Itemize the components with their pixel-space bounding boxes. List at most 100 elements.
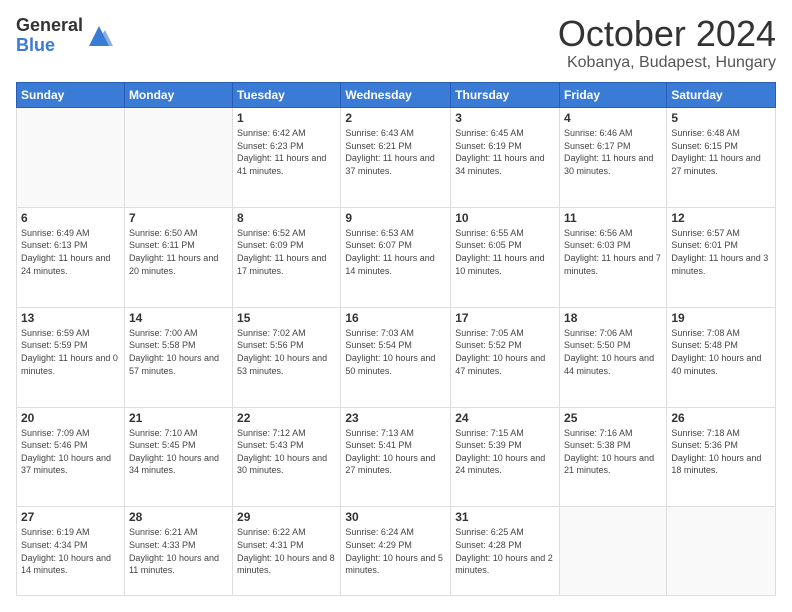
day-number: 19 (671, 311, 771, 325)
table-row (17, 108, 125, 208)
page: General Blue October 2024 Kobanya, Budap… (0, 0, 792, 612)
day-number: 29 (237, 510, 336, 524)
table-row (560, 507, 667, 596)
table-row: 19 Sunrise: 7:08 AM Sunset: 5:48 PM Dayli… (667, 307, 776, 407)
day-number: 30 (345, 510, 446, 524)
table-row: 22 Sunrise: 7:12 AM Sunset: 5:43 PM Dayli… (233, 407, 341, 507)
day-number: 20 (21, 411, 120, 425)
day-number: 23 (345, 411, 446, 425)
table-row: 23 Sunrise: 7:13 AM Sunset: 5:41 PM Dayli… (341, 407, 451, 507)
day-info: Sunrise: 7:12 AM Sunset: 5:43 PM Dayligh… (237, 427, 336, 477)
table-row: 15Sunrise: 7:02 AM Sunset: 5:56 PM Dayli… (233, 307, 341, 407)
day-info: Sunrise: 7:09 AM Sunset: 5:46 PM Dayligh… (21, 427, 120, 477)
day-number: 6 (21, 211, 120, 225)
logo: General Blue (16, 16, 113, 56)
day-info: Sunrise: 7:10 AM Sunset: 5:45 PM Dayligh… (129, 427, 228, 477)
day-info: Sunrise: 7:13 AM Sunset: 5:41 PM Dayligh… (345, 427, 446, 477)
day-number: 14 (129, 311, 228, 325)
table-row: 8 Sunrise: 6:52 AM Sunset: 6:09 PM Daylig… (233, 207, 341, 307)
table-row: 26 Sunrise: 7:18 AM Sunset: 5:36 PM Dayli… (667, 407, 776, 507)
day-number: 5 (671, 111, 771, 125)
table-row: 1 Sunrise: 6:42 AM Sunset: 6:23 PM Daylig… (233, 108, 341, 208)
day-number: 28 (129, 510, 228, 524)
day-number: 22 (237, 411, 336, 425)
day-number: 18 (564, 311, 662, 325)
day-info: Sunrise: 6:59 AM Sunset: 5:59 PM Dayligh… (21, 327, 120, 377)
day-info: Sunrise: 7:02 AM Sunset: 5:56 PM Dayligh… (237, 327, 336, 377)
day-number: 16 (345, 311, 446, 325)
table-row: 18Sunrise: 7:06 AM Sunset: 5:50 PM Dayli… (560, 307, 667, 407)
day-info: Sunrise: 7:15 AM Sunset: 5:39 PM Dayligh… (455, 427, 555, 477)
day-info: Sunrise: 6:50 AM Sunset: 6:11 PM Dayligh… (129, 227, 228, 277)
header-thursday: Thursday (451, 83, 560, 108)
table-row: 11 Sunrise: 6:56 AM Sunset: 6:03 PM Dayli… (560, 207, 667, 307)
table-row: 24 Sunrise: 7:15 AM Sunset: 5:39 PM Dayli… (451, 407, 560, 507)
day-number: 24 (455, 411, 555, 425)
table-row: 3 Sunrise: 6:45 AM Sunset: 6:19 PM Daylig… (451, 108, 560, 208)
day-number: 4 (564, 111, 662, 125)
calendar: Sunday Monday Tuesday Wednesday Thursday… (16, 82, 776, 596)
day-number: 11 (564, 211, 662, 225)
table-row: 17 Sunrise: 7:05 AM Sunset: 5:52 PM Dayli… (451, 307, 560, 407)
day-number: 9 (345, 211, 446, 225)
day-info: Sunrise: 6:45 AM Sunset: 6:19 PM Dayligh… (455, 127, 555, 177)
table-row: 14 Sunrise: 7:00 AM Sunset: 5:58 PM Dayli… (124, 307, 232, 407)
day-info: Sunrise: 7:08 AM Sunset: 5:48 PM Dayligh… (671, 327, 771, 377)
day-info: Sunrise: 6:43 AM Sunset: 6:21 PM Dayligh… (345, 127, 446, 177)
table-row: 28Sunrise: 6:21 AM Sunset: 4:33 PM Dayli… (124, 507, 232, 596)
table-row: 20 Sunrise: 7:09 AM Sunset: 5:46 PM Dayli… (17, 407, 125, 507)
header-sunday: Sunday (17, 83, 125, 108)
header-wednesday: Wednesday (341, 83, 451, 108)
table-row: 21 Sunrise: 7:10 AM Sunset: 5:45 PM Dayli… (124, 407, 232, 507)
day-number: 12 (671, 211, 771, 225)
header-tuesday: Tuesday (233, 83, 341, 108)
logo-blue: Blue (16, 36, 83, 56)
day-number: 3 (455, 111, 555, 125)
table-row: 27 Sunrise: 6:19 AM Sunset: 4:34 PM Dayli… (17, 507, 125, 596)
day-number: 2 (345, 111, 446, 125)
day-info: Sunrise: 7:03 AM Sunset: 5:54 PM Dayligh… (345, 327, 446, 377)
header-friday: Friday (560, 83, 667, 108)
month-title: October 2024 (558, 16, 776, 52)
day-info: Sunrise: 6:48 AM Sunset: 6:15 PM Dayligh… (671, 127, 771, 177)
day-info: Sunrise: 6:49 AM Sunset: 6:13 PM Dayligh… (21, 227, 120, 277)
day-info: Sunrise: 7:05 AM Sunset: 5:52 PM Dayligh… (455, 327, 555, 377)
logo-text: General Blue (16, 16, 83, 56)
day-number: 25 (564, 411, 662, 425)
day-info: Sunrise: 6:56 AM Sunset: 6:03 PM Dayligh… (564, 227, 662, 277)
day-number: 1 (237, 111, 336, 125)
day-number: 21 (129, 411, 228, 425)
table-row: 5 Sunrise: 6:48 AM Sunset: 6:15 PM Daylig… (667, 108, 776, 208)
day-number: 8 (237, 211, 336, 225)
table-row (124, 108, 232, 208)
day-number: 7 (129, 211, 228, 225)
location: Kobanya, Budapest, Hungary (558, 54, 776, 72)
day-number: 17 (455, 311, 555, 325)
day-info: Sunrise: 7:16 AM Sunset: 5:38 PM Dayligh… (564, 427, 662, 477)
day-number: 31 (455, 510, 555, 524)
day-info: Sunrise: 6:55 AM Sunset: 6:05 PM Dayligh… (455, 227, 555, 277)
day-number: 27 (21, 510, 120, 524)
table-row: 7 Sunrise: 6:50 AM Sunset: 6:11 PM Daylig… (124, 207, 232, 307)
table-row: 13Sunrise: 6:59 AM Sunset: 5:59 PM Dayli… (17, 307, 125, 407)
day-info: Sunrise: 7:00 AM Sunset: 5:58 PM Dayligh… (129, 327, 228, 377)
day-info: Sunrise: 6:19 AM Sunset: 4:34 PM Dayligh… (21, 526, 120, 576)
day-info: Sunrise: 6:52 AM Sunset: 6:09 PM Dayligh… (237, 227, 336, 277)
table-row: 25 Sunrise: 7:16 AM Sunset: 5:38 PM Dayli… (560, 407, 667, 507)
table-row (667, 507, 776, 596)
table-row: 6 Sunrise: 6:49 AM Sunset: 6:13 PM Daylig… (17, 207, 125, 307)
day-info: Sunrise: 6:42 AM Sunset: 6:23 PM Dayligh… (237, 127, 336, 177)
weekday-header-row: Sunday Monday Tuesday Wednesday Thursday… (17, 83, 776, 108)
table-row: 31Sunrise: 6:25 AM Sunset: 4:28 PM Dayli… (451, 507, 560, 596)
day-info: Sunrise: 7:18 AM Sunset: 5:36 PM Dayligh… (671, 427, 771, 477)
day-info: Sunrise: 6:22 AM Sunset: 4:31 PM Dayligh… (237, 526, 336, 576)
header: General Blue October 2024 Kobanya, Budap… (16, 16, 776, 72)
day-number: 26 (671, 411, 771, 425)
table-row: 10 Sunrise: 6:55 AM Sunset: 6:05 PM Dayli… (451, 207, 560, 307)
table-row: 12Sunrise: 6:57 AM Sunset: 6:01 PM Dayli… (667, 207, 776, 307)
day-number: 10 (455, 211, 555, 225)
day-info: Sunrise: 6:53 AM Sunset: 6:07 PM Dayligh… (345, 227, 446, 277)
table-row: 9 Sunrise: 6:53 AM Sunset: 6:07 PM Daylig… (341, 207, 451, 307)
day-info: Sunrise: 6:46 AM Sunset: 6:17 PM Dayligh… (564, 127, 662, 177)
table-row: 30Sunrise: 6:24 AM Sunset: 4:29 PM Dayli… (341, 507, 451, 596)
